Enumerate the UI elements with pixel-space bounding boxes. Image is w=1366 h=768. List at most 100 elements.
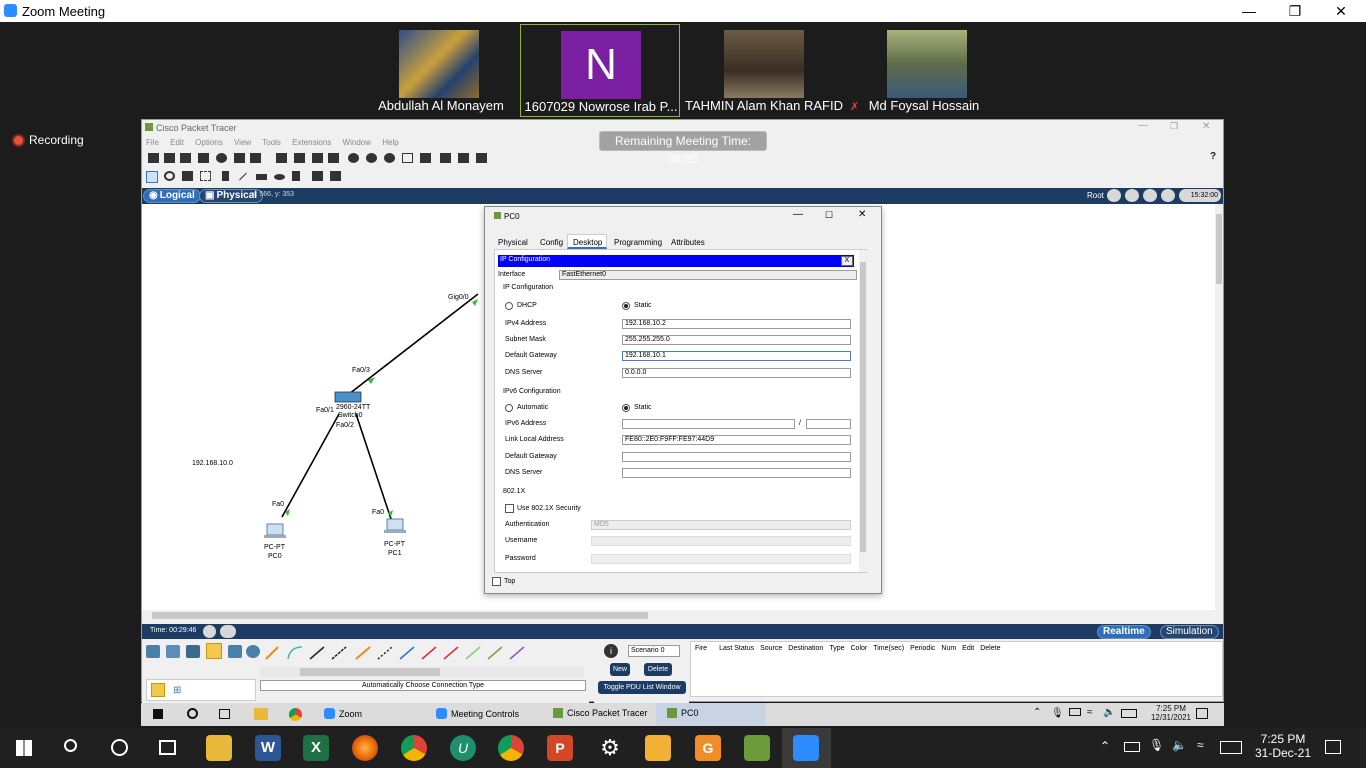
ipv6-prefix-input[interactable] bbox=[806, 419, 851, 429]
zoom-out-icon[interactable] bbox=[384, 153, 395, 163]
components-icon[interactable] bbox=[186, 645, 200, 658]
taskbar-zoom[interactable]: Zoom bbox=[324, 708, 362, 719]
save-icon[interactable] bbox=[180, 153, 191, 163]
cluster-icon[interactable] bbox=[440, 153, 451, 163]
excel-icon[interactable]: X bbox=[303, 735, 329, 761]
taskbar-meeting-controls[interactable]: Meeting Controls bbox=[436, 708, 519, 719]
gateway6-input[interactable] bbox=[622, 452, 851, 462]
auto-connection-icon[interactable] bbox=[151, 683, 165, 697]
ipconfig-close-button[interactable]: X bbox=[841, 256, 853, 266]
action-center-icon[interactable] bbox=[1325, 740, 1341, 754]
menu-edit[interactable]: Edit bbox=[170, 138, 184, 147]
power-cycle-icon[interactable] bbox=[203, 625, 216, 638]
info-icon[interactable] bbox=[216, 153, 227, 163]
workspace-vscroll[interactable] bbox=[1215, 204, 1223, 610]
participant-tile-active[interactable]: N 1607029 Nowrose Irab P... bbox=[520, 24, 680, 117]
col-color[interactable]: Color bbox=[851, 645, 868, 652]
menu-file[interactable]: File bbox=[146, 138, 159, 147]
dot1x-checkbox[interactable] bbox=[505, 504, 514, 513]
tray-battery-icon[interactable] bbox=[1069, 708, 1081, 716]
participant-tile[interactable]: TAHMIN Alam Khan RAFID bbox=[684, 24, 844, 117]
col-last-status[interactable]: Last Status bbox=[719, 645, 754, 652]
pt-minimize-button[interactable]: — bbox=[1138, 120, 1148, 131]
toggle-pdu-button[interactable]: Toggle PDU List Window bbox=[598, 681, 686, 694]
connections-icon[interactable] bbox=[206, 643, 222, 659]
activity-wizard-icon[interactable] bbox=[250, 153, 261, 163]
notifications-icon[interactable] bbox=[1196, 708, 1208, 719]
rectangle-tool-icon[interactable] bbox=[256, 174, 267, 180]
pc0-type[interactable]: PC-PT bbox=[264, 544, 285, 551]
ipv6-auto-radio[interactable] bbox=[505, 404, 513, 412]
col-source[interactable]: Source bbox=[760, 645, 782, 652]
network-label[interactable]: 192.168.10.0 bbox=[192, 460, 233, 467]
restore-button[interactable]: ❐ bbox=[1272, 0, 1318, 22]
upwork-icon[interactable]: U bbox=[450, 735, 476, 761]
menu-view[interactable]: View bbox=[234, 138, 251, 147]
custom-devices-icon[interactable] bbox=[420, 153, 431, 163]
misc-icon[interactable] bbox=[228, 645, 242, 658]
search-icon[interactable] bbox=[64, 739, 77, 752]
col-periodic[interactable]: Periodic bbox=[910, 645, 935, 652]
tray-wifi-icon[interactable]: ≈ bbox=[1197, 738, 1204, 752]
system-clock[interactable]: 7:25 PM 31-Dec-21 bbox=[1253, 732, 1313, 760]
word-icon[interactable]: W bbox=[255, 735, 281, 761]
fast-forward-icon[interactable] bbox=[220, 625, 236, 638]
complex-pdu-icon[interactable] bbox=[330, 171, 341, 181]
top-checkbox[interactable] bbox=[492, 577, 501, 586]
image-icon[interactable] bbox=[476, 153, 487, 163]
col-delete[interactable]: Delete bbox=[980, 645, 1000, 652]
menu-window[interactable]: Window bbox=[343, 138, 371, 147]
chrome-profile-icon[interactable] bbox=[498, 735, 524, 761]
panel-vscroll-thumb[interactable] bbox=[860, 262, 866, 552]
subnet-input[interactable]: 255.255.255.0 bbox=[622, 335, 851, 345]
zoom-in-icon[interactable] bbox=[348, 153, 359, 163]
connection-type-icons[interactable] bbox=[260, 643, 586, 663]
note-tool-icon[interactable] bbox=[222, 171, 229, 181]
explorer-icon[interactable] bbox=[254, 708, 268, 720]
select-tool-icon[interactable] bbox=[146, 171, 158, 183]
pc0-name[interactable]: PC0 bbox=[268, 553, 282, 560]
resize-tool-icon[interactable] bbox=[200, 171, 211, 181]
root-label[interactable]: Root bbox=[1087, 191, 1104, 200]
task-view-icon[interactable] bbox=[219, 709, 230, 719]
menu-options[interactable]: Options bbox=[195, 138, 223, 147]
col-time[interactable]: Time(sec) bbox=[873, 645, 904, 652]
logical-tab[interactable]: ◉ Logical bbox=[143, 189, 201, 203]
dhcp-radio[interactable] bbox=[505, 302, 513, 310]
participant-tile[interactable]: Abdullah Al Monayem bbox=[361, 24, 521, 117]
tab-attributes[interactable]: Attributes bbox=[671, 238, 705, 247]
vscroll-thumb[interactable] bbox=[1216, 214, 1222, 284]
pdf-tool-icon[interactable]: G bbox=[695, 735, 721, 761]
tray-chevron-icon[interactable]: ⌃ bbox=[1033, 707, 1041, 718]
sandbox-icon[interactable] bbox=[645, 735, 671, 761]
start-icon[interactable] bbox=[153, 709, 163, 719]
multiuser-icon[interactable] bbox=[246, 645, 260, 658]
tray-volume-icon[interactable]: 🔈 bbox=[1103, 707, 1115, 718]
col-destination[interactable]: Destination bbox=[788, 645, 823, 652]
panel-vscroll[interactable] bbox=[859, 250, 867, 572]
password-input[interactable] bbox=[591, 554, 851, 564]
info-circle-icon[interactable]: i bbox=[604, 644, 618, 658]
close-button[interactable]: ✕ bbox=[1318, 0, 1364, 22]
dns6-input[interactable] bbox=[622, 468, 851, 478]
static-radio[interactable] bbox=[622, 302, 630, 310]
packet-tracer-icon[interactable] bbox=[744, 735, 770, 761]
cluster-nav-icon[interactable] bbox=[1161, 189, 1175, 202]
ipv6-input[interactable] bbox=[622, 419, 795, 429]
tab-programming[interactable]: Programming bbox=[614, 238, 662, 247]
tab-config[interactable]: Config bbox=[540, 238, 563, 247]
tray-mic-icon[interactable]: 🎙 bbox=[1149, 738, 1164, 752]
task-view-icon[interactable] bbox=[159, 740, 176, 755]
username-input[interactable] bbox=[591, 536, 851, 546]
line-tool-icon[interactable] bbox=[239, 172, 247, 181]
cloud-icon[interactable] bbox=[1125, 189, 1139, 202]
zoom-taskbar-icon[interactable] bbox=[793, 735, 819, 761]
powerpoint-icon[interactable]: P bbox=[547, 735, 573, 761]
paste-icon[interactable] bbox=[294, 153, 305, 163]
scenario-select[interactable]: Scenario 0 bbox=[628, 645, 680, 657]
tray-mic-icon[interactable]: 🎙 bbox=[1051, 708, 1064, 719]
device-hscroll[interactable] bbox=[260, 667, 584, 677]
tray-battery-icon[interactable] bbox=[1124, 742, 1140, 752]
redo-icon[interactable] bbox=[328, 153, 339, 163]
windows-start-icon[interactable] bbox=[16, 740, 32, 756]
